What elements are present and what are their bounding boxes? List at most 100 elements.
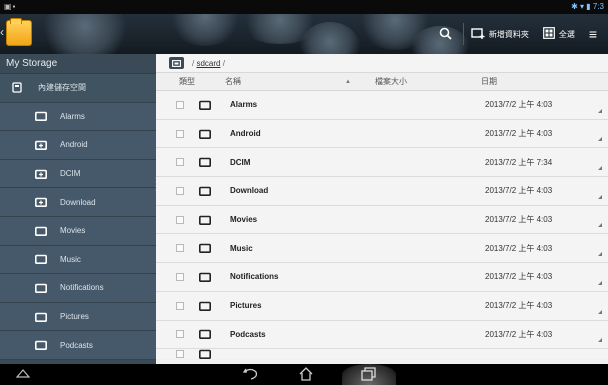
sidebar-item-label: Movies — [60, 226, 86, 236]
sidebar-item-label: Download — [60, 197, 96, 207]
sidebar-item-label: DCIM — [60, 169, 81, 179]
row-checkbox[interactable] — [176, 244, 184, 253]
sidebar-item-notifications[interactable]: Notifications — [0, 274, 156, 303]
folder-icon — [34, 283, 48, 293]
column-type[interactable]: 類型 — [156, 76, 225, 87]
storage-sidebar: My Storage 內建儲存空間 Alarms Android DCIM Downl… — [0, 54, 156, 364]
folder-icon — [199, 215, 213, 225]
overflow-menu-button[interactable]: ≡ — [582, 14, 608, 54]
file-name: Android — [230, 129, 261, 139]
sidebar-item-label: Notifications — [60, 283, 104, 293]
row-checkbox[interactable] — [176, 301, 184, 310]
new-folder-button[interactable]: 新增資料夾 — [464, 14, 536, 54]
row-corner-indicator — [598, 309, 602, 314]
up-navigation-icon[interactable]: ‹ — [0, 25, 4, 39]
file-name: Podcasts — [230, 329, 266, 339]
file-name: Pictures — [230, 301, 262, 311]
row-checkbox[interactable] — [176, 129, 184, 138]
table-row[interactable]: Android 2013/7/2 上午 4:03 — [156, 119, 608, 149]
search-button[interactable] — [432, 14, 463, 54]
status-time: ✱ ▾ ▮ 7:3 — [571, 2, 604, 11]
table-row[interactable]: Alarms 2013/7/2 上午 4:03 — [156, 91, 608, 120]
hide-nav-icon[interactable] — [15, 368, 31, 380]
row-corner-indicator — [598, 223, 602, 228]
sidebar-item-label: Pictures — [60, 312, 89, 322]
row-corner-indicator — [598, 280, 602, 285]
folder-icon — [199, 329, 213, 340]
file-date: 2013/7/2 上午 4:03 — [485, 215, 553, 225]
sidebar-item-label: 內建儲存空間 — [38, 83, 86, 93]
column-date[interactable]: 日期 — [481, 76, 608, 87]
row-checkbox[interactable] — [176, 186, 184, 195]
folder-plus-icon — [34, 140, 48, 150]
sidebar-item-movies[interactable]: Movies — [0, 216, 156, 246]
bluetooth-icon: ✱ — [571, 2, 580, 11]
table-row[interactable]: DCIM 2013/7/2 上午 7:34 — [156, 148, 608, 178]
status-bar: ▣▪ ✱ ▾ ▮ 7:3 — [0, 0, 608, 14]
file-date: 2013/7/2 上午 4:03 — [485, 186, 553, 196]
column-name[interactable]: 名稱 — [225, 76, 345, 87]
file-date: 2013/7/2 上午 4:03 — [485, 129, 553, 139]
table-row[interactable]: Notifications 2013/7/2 上午 4:03 — [156, 263, 608, 292]
storage-icon — [10, 82, 24, 93]
back-icon[interactable] — [242, 367, 259, 383]
sidebar-item-label: Alarms — [60, 111, 85, 121]
breadcrumb-link-sdcard[interactable]: sdcard — [196, 59, 220, 68]
folder-plus-icon — [34, 169, 48, 179]
file-list-pane: / sdcard / 類型 名稱 ▲ 檔案大小 日期 Alarms 2013/7/… — [156, 54, 608, 364]
column-size[interactable]: 檔案大小 — [375, 76, 481, 87]
file-name: Notifications — [230, 272, 279, 282]
sidebar-item-label: Podcasts — [60, 340, 93, 350]
storage-path-icon — [172, 59, 181, 67]
folder-icon — [34, 111, 48, 122]
file-name: Download — [230, 186, 269, 196]
sidebar-item-internal-storage[interactable]: 內建儲存空間 — [0, 74, 156, 103]
notification-icons: ▣▪ — [4, 2, 17, 11]
folder-icon — [199, 157, 213, 168]
sidebar-item-podcasts[interactable]: Podcasts — [0, 331, 156, 360]
sidebar-item-pictures[interactable]: Pictures — [0, 302, 156, 332]
table-row[interactable]: Movies 2013/7/2 上午 4:03 — [156, 205, 608, 235]
select-all-label: 全選 — [558, 29, 575, 39]
file-manager-app-icon[interactable] — [6, 18, 32, 46]
folder-icon — [199, 349, 213, 360]
row-corner-indicator — [598, 252, 602, 257]
select-all-button[interactable]: 全選 — [536, 14, 582, 54]
sidebar-item-dcim[interactable]: DCIM — [0, 159, 156, 189]
file-name: DCIM — [230, 157, 251, 167]
row-checkbox[interactable] — [176, 215, 184, 224]
search-icon — [439, 27, 452, 42]
row-checkbox[interactable] — [176, 158, 184, 167]
sidebar-item-download[interactable]: Download — [0, 188, 156, 217]
table-row[interactable]: Podcasts 2013/7/2 上午 4:03 — [156, 320, 608, 350]
file-name: Music — [230, 243, 253, 253]
action-bar: ‹ 新增資料夾 全選 ≡ — [0, 14, 608, 54]
row-checkbox[interactable] — [176, 272, 184, 281]
file-date: 2013/7/2 上午 4:03 — [485, 100, 553, 110]
battery-icon: ▮ — [586, 2, 593, 11]
recent-apps-icon[interactable] — [361, 367, 377, 383]
table-row[interactable]: Music 2013/7/2 上午 4:03 — [156, 234, 608, 264]
select-all-icon — [542, 27, 555, 41]
sidebar-item-label: Android — [60, 140, 88, 150]
sidebar-title: My Storage — [0, 54, 156, 74]
folder-plus-icon — [34, 197, 48, 208]
folder-icon — [199, 129, 213, 139]
path-bar: / sdcard / — [156, 54, 608, 73]
sidebar-item-alarms[interactable]: Alarms — [0, 102, 156, 132]
new-folder-icon — [471, 27, 485, 41]
file-name: Alarms — [230, 100, 258, 110]
folder-icon — [199, 301, 213, 311]
sidebar-item-label: Music — [60, 254, 81, 264]
row-checkbox[interactable] — [176, 100, 184, 109]
table-row[interactable]: Download 2013/7/2 上午 4:03 — [156, 177, 608, 206]
home-icon[interactable] — [298, 367, 314, 383]
sidebar-item-music[interactable]: Music — [0, 245, 156, 275]
row-checkbox[interactable] — [176, 330, 184, 339]
column-header: 類型 名稱 ▲ 檔案大小 日期 — [156, 73, 608, 91]
file-date: 2013/7/2 上午 4:03 — [485, 301, 553, 311]
table-row[interactable]: Pictures 2013/7/2 上午 4:03 — [156, 291, 608, 321]
sidebar-item-android[interactable]: Android — [0, 131, 156, 160]
path-root-button[interactable] — [169, 57, 184, 69]
table-row-partial — [156, 349, 608, 360]
